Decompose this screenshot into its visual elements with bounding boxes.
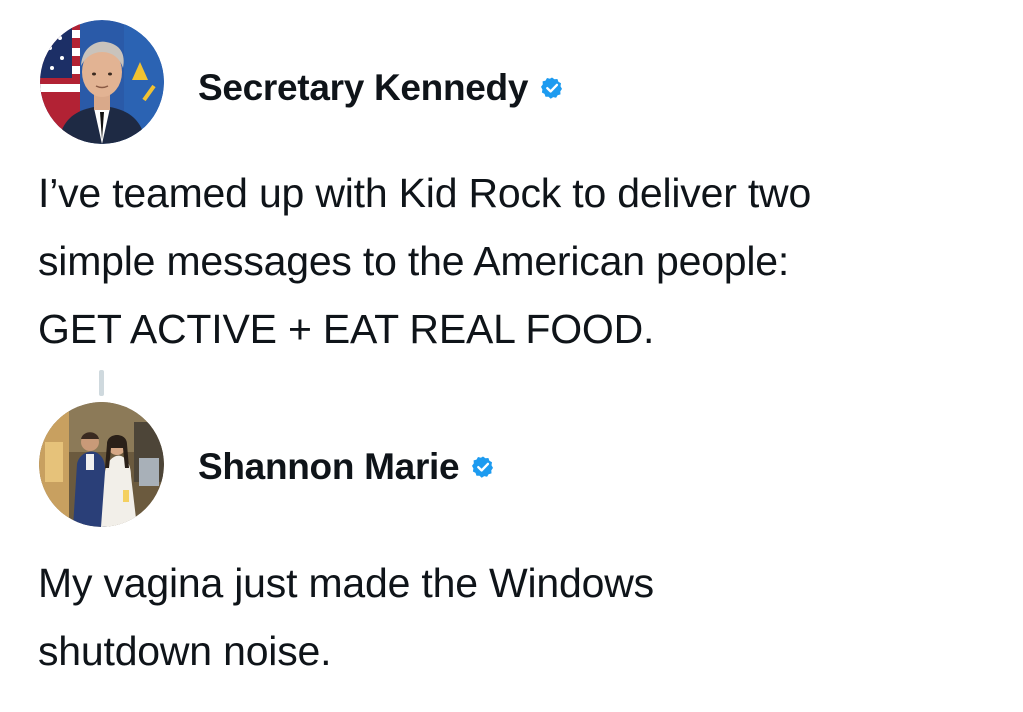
post: Secretary Kennedy I’ve teamed up with Ki…	[0, 0, 1023, 370]
author-row: Secretary Kennedy	[198, 62, 564, 114]
author-row: Shannon Marie	[198, 441, 495, 493]
author-avatar[interactable]	[40, 20, 164, 144]
avatar-photo	[39, 402, 164, 527]
author-display-name[interactable]: Shannon Marie	[198, 446, 460, 488]
post-body-text: I’ve teamed up with Kid Rock to deliver …	[38, 170, 812, 352]
author-display-name[interactable]: Secretary Kennedy	[198, 67, 528, 109]
verified-badge-icon	[471, 455, 495, 479]
author-avatar[interactable]	[39, 402, 164, 527]
avatar-photo	[40, 20, 164, 144]
post-body-text: My vagina just made the Windows shutdown…	[38, 560, 654, 674]
verified-badge-icon	[540, 76, 564, 100]
